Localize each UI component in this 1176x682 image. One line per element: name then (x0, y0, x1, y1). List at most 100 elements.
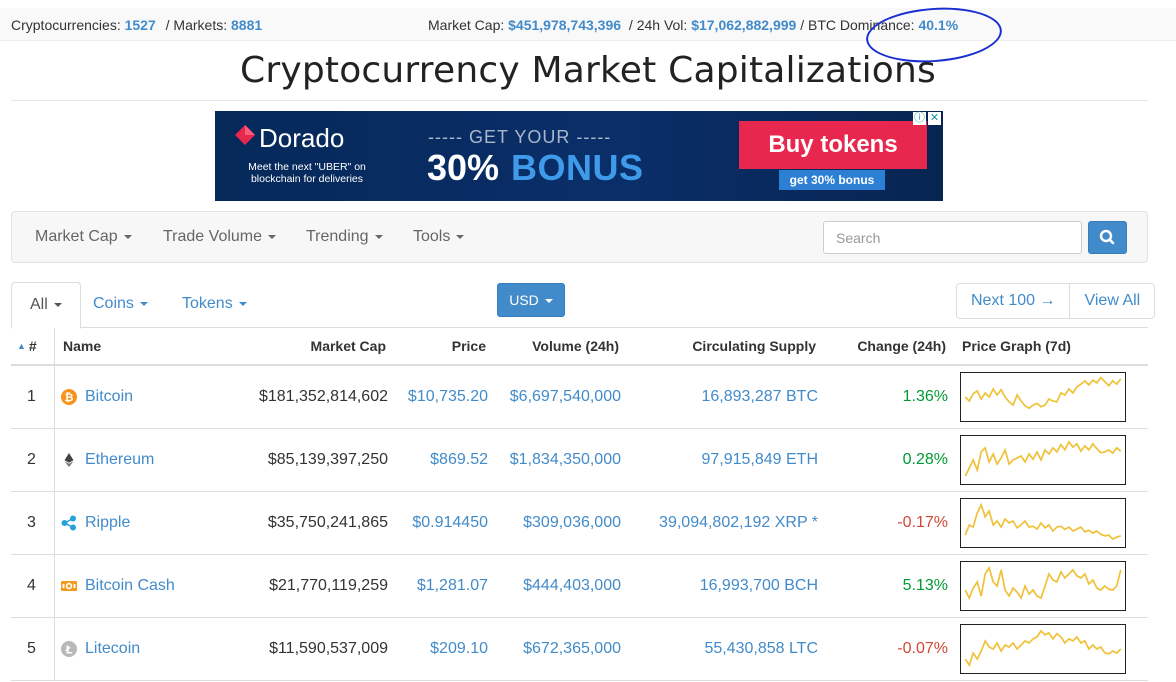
ad-brand: Dorado (259, 123, 345, 153)
nav-trade-volume-label: Trade Volume (163, 228, 263, 245)
nav-tools-dropdown[interactable]: Tools (413, 228, 465, 246)
nav-trade-volume-dropdown[interactable]: Trade Volume (163, 228, 277, 246)
price-link[interactable]: $1,281.07 (391, 555, 488, 617)
ad-buy-tokens-button[interactable]: Buy tokens (739, 121, 927, 169)
nav-tools-label: Tools (413, 228, 451, 245)
rank-cell: 1 (27, 388, 36, 405)
supply-link[interactable]: 97,915,849 ETH (631, 429, 818, 491)
ad-get-your: ----- GET YOUR ----- (428, 127, 612, 147)
search-input[interactable] (823, 221, 1082, 254)
crypto-count-group: Cryptocurrencies: 1527 / Markets: 8881 (11, 17, 262, 33)
volume-link[interactable]: $17,062,882,999 (691, 17, 796, 33)
supply-link[interactable]: 16,993,700 BCH (631, 555, 818, 617)
supply-link[interactable]: 16,893,287 BTC (631, 366, 818, 428)
coin-name-link[interactable]: Ripple (85, 514, 130, 532)
tab-all[interactable]: All (11, 282, 81, 329)
table-row: 4 Bitcoin Cash $21,770,119,259 $1,281.07… (11, 555, 1148, 618)
rank-cell: 4 (27, 577, 36, 594)
tab-tokens[interactable]: Tokens (164, 282, 265, 328)
markets-label: / Markets: (165, 17, 228, 33)
caret-down-icon (53, 302, 62, 307)
title-divider (11, 100, 1148, 101)
rank-cell: 3 (27, 514, 36, 531)
caret-down-icon (456, 234, 465, 239)
table-row: 3 Ripple $35,750,241,865 $0.914450 $309,… (11, 492, 1148, 555)
name-cell[interactable]: Ł Litecoin (61, 618, 140, 680)
volume-header[interactable]: Volume (24h) (491, 328, 619, 364)
search-icon (1099, 229, 1115, 245)
price-graph-cell[interactable] (960, 366, 1126, 428)
caret-down-icon (268, 234, 277, 239)
change-cell: 1.36% (902, 388, 948, 405)
sparkline-path (964, 502, 1122, 541)
graph-header: Price Graph (7d) (962, 338, 1071, 354)
supply-link[interactable]: 39,094,802,192 XRP * (631, 492, 818, 554)
ad-get-bonus-button[interactable]: get 30% bonus (779, 170, 885, 190)
price-graph-cell[interactable] (960, 492, 1126, 554)
volume-link[interactable]: $6,697,540,000 (491, 366, 621, 428)
price-link[interactable]: $869.52 (391, 429, 488, 491)
price-sparkline[interactable] (960, 624, 1126, 674)
volume-label: / 24h Vol: (628, 17, 688, 33)
currency-dropdown[interactable]: USD (497, 283, 565, 317)
price-sparkline[interactable] (960, 498, 1126, 548)
coin-name-link[interactable]: Bitcoin Cash (85, 577, 175, 595)
volume-link[interactable]: $309,036,000 (491, 492, 621, 554)
supply-header[interactable]: Circulating Supply (631, 328, 816, 364)
crypto-count-label: Cryptocurrencies: (11, 17, 121, 33)
litecoin-icon: Ł (61, 641, 77, 657)
price-link[interactable]: $209.10 (391, 618, 488, 680)
market-cap-link[interactable]: $451,978,743,396 (508, 17, 621, 33)
table-row: 1 ₿ Bitcoin $181,352,814,602 $10,735.20 … (11, 366, 1148, 429)
ad-close-icon[interactable]: ✕ (928, 112, 941, 125)
price-link[interactable]: $0.914450 (391, 492, 488, 554)
search-button[interactable] (1088, 221, 1127, 254)
price-graph-cell[interactable] (960, 429, 1126, 491)
ad-choices[interactable]: ⓘ ✕ (913, 112, 941, 125)
supply-link[interactable]: 55,430,858 LTC (631, 618, 818, 680)
ad-banner[interactable]: Dorado Meet the next "UBER" on blockchai… (215, 111, 943, 201)
sort-asc-icon: ▲ (17, 341, 26, 351)
name-cell[interactable]: Bitcoin Cash (61, 555, 175, 617)
name-cell[interactable]: Ripple (61, 492, 130, 554)
volume-link[interactable]: $444,403,000 (491, 555, 621, 617)
name-header[interactable]: Name (63, 328, 101, 364)
price-sparkline[interactable] (960, 561, 1126, 611)
coin-name-link[interactable]: Ethereum (85, 451, 154, 469)
ad-info-icon[interactable]: ⓘ (913, 112, 926, 125)
sparkline-path (964, 565, 1122, 601)
dorado-logo-icon (235, 125, 255, 145)
column-divider (54, 429, 55, 491)
rank-cell: 2 (27, 451, 36, 468)
price-header[interactable]: Price (391, 328, 486, 364)
nav-market-cap-dropdown[interactable]: Market Cap (35, 228, 132, 246)
markets-link[interactable]: 8881 (231, 17, 262, 33)
market-cap-header[interactable]: Market Cap (236, 328, 386, 364)
volume-link[interactable]: $1,834,350,000 (491, 429, 621, 491)
bitcoin-icon: ₿ (61, 389, 77, 405)
coin-name-link[interactable]: Litecoin (85, 640, 140, 658)
price-graph-cell[interactable] (960, 618, 1126, 680)
table-header: ▲ # Name Market Cap Price Volume (24h) C… (11, 328, 1148, 366)
view-all-button[interactable]: View All (1069, 284, 1154, 318)
price-sparkline[interactable] (960, 435, 1126, 485)
price-graph-cell[interactable] (960, 555, 1126, 617)
market-cap-cell: $181,352,814,602 (258, 388, 388, 405)
dominance-link[interactable]: 40.1% (918, 17, 958, 33)
caret-down-icon (238, 301, 247, 306)
rank-header[interactable]: ▲ # (17, 328, 47, 364)
currencies-table: ▲ # Name Market Cap Price Volume (24h) C… (11, 328, 1148, 681)
name-cell[interactable]: ₿ Bitcoin (61, 366, 133, 428)
change-cell: -0.17% (897, 514, 948, 531)
crypto-count-link[interactable]: 1527 (125, 17, 156, 33)
change-header[interactable]: Change (24h) (826, 328, 946, 364)
name-cell[interactable]: Ethereum (61, 429, 154, 491)
nav-trending-dropdown[interactable]: Trending (306, 228, 383, 246)
caret-down-icon (374, 234, 383, 239)
price-link[interactable]: $10,735.20 (391, 366, 488, 428)
price-sparkline[interactable] (960, 372, 1126, 422)
volume-link[interactable]: $672,365,000 (491, 618, 621, 680)
next-100-button[interactable]: Next 100 → (957, 284, 1069, 318)
tab-coins[interactable]: Coins (75, 282, 166, 328)
coin-name-link[interactable]: Bitcoin (85, 388, 133, 406)
